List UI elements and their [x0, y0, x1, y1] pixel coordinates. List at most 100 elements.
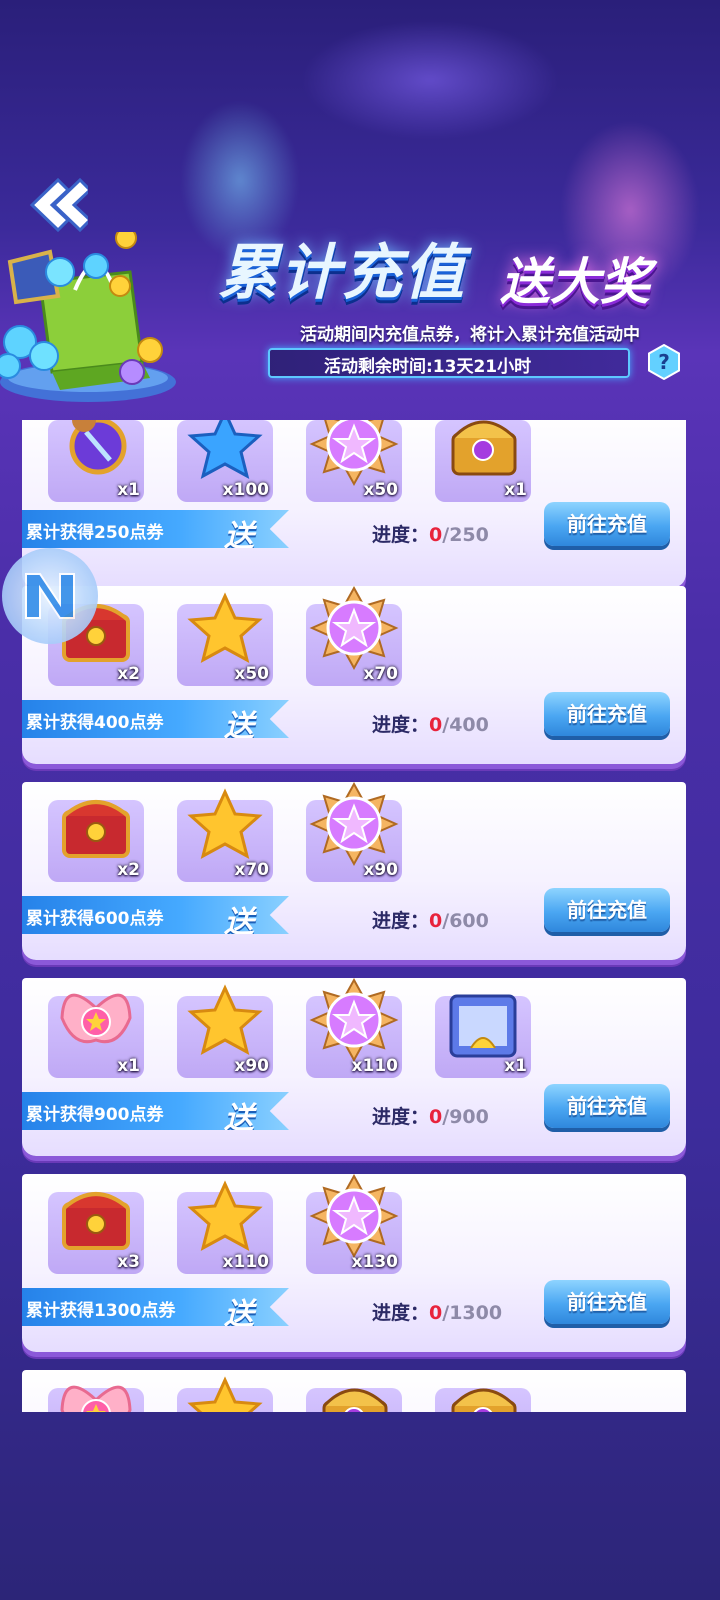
reward-quantity: x3	[117, 1252, 140, 1272]
go-recharge-button[interactable]: 前往充值	[544, 692, 670, 736]
reward-quantity: x1	[504, 1056, 527, 1076]
reward-tier-list[interactable]: x1 x100 x50 x1 累计获得250点券 送进度：0/250 前往充值 x2…	[22, 420, 686, 1412]
star-medal-icon	[309, 585, 399, 671]
send-label: 送	[224, 1101, 254, 1136]
reward-quantity: x110	[222, 1252, 269, 1272]
send-label: 送	[224, 905, 254, 940]
floating-assistant-button[interactable]	[2, 548, 98, 644]
send-label: 送	[224, 709, 254, 744]
reward-item[interactable]: x90	[177, 984, 273, 1078]
golden-chest-icon	[451, 1388, 517, 1412]
progress-target: /600	[442, 910, 489, 932]
help-icon: ?	[648, 343, 680, 381]
reward-item[interactable]: x1	[48, 993, 144, 1078]
reward-tier-card: x1 x90 x110 x1 累计获得900点券 送 进度：0/900 前往充值	[22, 977, 686, 1156]
reward-item[interactable]: x2	[48, 800, 144, 882]
reward-tier-card: x3 x110 x130 累计获得1300点券 送 进度：0/1300 前往充值	[22, 1173, 686, 1352]
star-medal-icon	[309, 977, 399, 1063]
gold-star-icon	[187, 984, 263, 1055]
reward-quantity: x2	[117, 664, 140, 684]
badge-icon	[69, 420, 127, 475]
reward-quantity: x70	[234, 860, 269, 880]
go-recharge-button[interactable]: 前往充值	[544, 888, 670, 932]
gold-star-icon	[187, 1180, 263, 1251]
go-recharge-button[interactable]: 前往充值	[544, 502, 670, 546]
reward-item[interactable]: x50	[306, 420, 402, 502]
gift-bag-illustration	[0, 227, 180, 407]
reward-item[interactable]	[48, 1385, 144, 1412]
tier-threshold-label: 累计获得900点券	[26, 1105, 164, 1125]
reward-tier-card: x2 x50 x70 累计获得400点券 送 进度：0/400 前往充值	[22, 585, 686, 764]
title-main: 累计充值	[218, 238, 466, 308]
reward-item[interactable]: x70	[177, 788, 273, 882]
reward-item[interactable]: x50	[177, 592, 273, 686]
back-button[interactable]	[18, 176, 93, 234]
send-label: 送	[224, 519, 254, 554]
reward-item[interactable]: x130	[306, 1173, 402, 1274]
reward-quantity: x100	[222, 480, 269, 500]
tier-threshold-label: 累计获得400点券	[26, 713, 164, 733]
progress-current: 0	[429, 1302, 443, 1324]
blue-star-icon	[187, 420, 263, 479]
reward-item[interactable]: x100	[177, 420, 273, 502]
progress-current: 0	[429, 910, 443, 932]
reward-quantity: x50	[363, 480, 398, 500]
tier-threshold-label: 累计获得600点券	[26, 909, 164, 929]
event-description: 活动期间内充值点券，将计入累计充值活动中	[300, 325, 640, 345]
reward-quantity: x1	[504, 480, 527, 500]
reward-item[interactable]: x1	[48, 420, 144, 502]
title-sub: 送大奖	[500, 253, 650, 311]
reward-quantity: x70	[363, 664, 398, 684]
star-medal-icon	[309, 1173, 399, 1259]
tier-label-ribbon: 累计获得1300点券 送	[22, 1288, 289, 1326]
gold-star-icon	[187, 592, 263, 663]
gold-star-icon	[187, 1376, 263, 1412]
tier-threshold-label: 累计获得250点券	[26, 523, 164, 543]
help-button[interactable]: ?	[646, 343, 682, 381]
reward-item[interactable]: x70	[306, 585, 402, 686]
reward-item[interactable]: x110	[177, 1180, 273, 1274]
tier-label-ribbon: 累计获得400点券 送	[22, 700, 289, 738]
reward-quantity: x2	[117, 860, 140, 880]
reward-item[interactable]: x3	[48, 1192, 144, 1274]
app-screen: 累计充值 送大奖 活动期间内充值点券，将计入累计充值活动中 活动剩余时间:13天…	[0, 0, 720, 1600]
tier-label-ribbon: 累计获得250点券 送	[22, 510, 289, 548]
red-chest-icon	[62, 1192, 130, 1250]
reward-item[interactable]: x90	[306, 781, 402, 882]
reward-item[interactable]	[306, 1388, 402, 1412]
progress-prefix: 进度：	[372, 524, 430, 546]
event-title: 累计充值 送大奖	[212, 218, 682, 318]
reward-item[interactable]: x1	[435, 420, 531, 502]
assistant-logo-icon	[25, 573, 75, 619]
gift-box-icon	[449, 994, 517, 1058]
reward-quantity: x110	[351, 1056, 398, 1076]
header: 累计充值 送大奖 活动期间内充值点券，将计入累计充值活动中 活动剩余时间:13天…	[0, 0, 720, 430]
star-medal-icon	[309, 420, 399, 487]
tier-threshold-label: 累计获得1300点券	[26, 1301, 176, 1321]
go-recharge-button[interactable]: 前往充值	[544, 1084, 670, 1128]
reward-item[interactable]: x110	[306, 977, 402, 1078]
red-chest-icon	[62, 800, 130, 858]
go-recharge-button[interactable]: 前往充值	[544, 1280, 670, 1324]
reward-tier-card-partial	[22, 1370, 686, 1412]
gold-star-icon	[187, 788, 263, 859]
reward-item[interactable]	[177, 1376, 273, 1412]
tier-progress: 进度：0/400	[372, 710, 489, 737]
tier-label-ribbon: 累计获得900点券 送	[22, 1092, 289, 1130]
reward-quantity: x50	[234, 664, 269, 684]
reward-quantity: x1	[117, 480, 140, 500]
reward-item[interactable]	[435, 1388, 531, 1412]
progress-current: 0	[429, 524, 443, 546]
time-remaining-text: 活动剩余时间:13天21小时	[324, 357, 532, 377]
reward-quantity: x90	[234, 1056, 269, 1076]
tier-label-ribbon: 累计获得600点券 送	[22, 896, 289, 934]
pink-wing-icon	[60, 993, 132, 1044]
progress-target: /900	[442, 1106, 489, 1128]
progress-target: /400	[442, 714, 489, 736]
double-chevron-left-icon	[29, 177, 93, 233]
reward-tier-card: x1 x100 x50 x1 累计获得250点券 送 进度：0/250 前往充值	[22, 420, 686, 588]
tier-progress: 进度：0/900	[372, 1102, 489, 1129]
progress-prefix: 进度：	[372, 714, 430, 736]
progress-current: 0	[429, 1106, 443, 1128]
reward-item[interactable]: x1	[435, 994, 531, 1078]
